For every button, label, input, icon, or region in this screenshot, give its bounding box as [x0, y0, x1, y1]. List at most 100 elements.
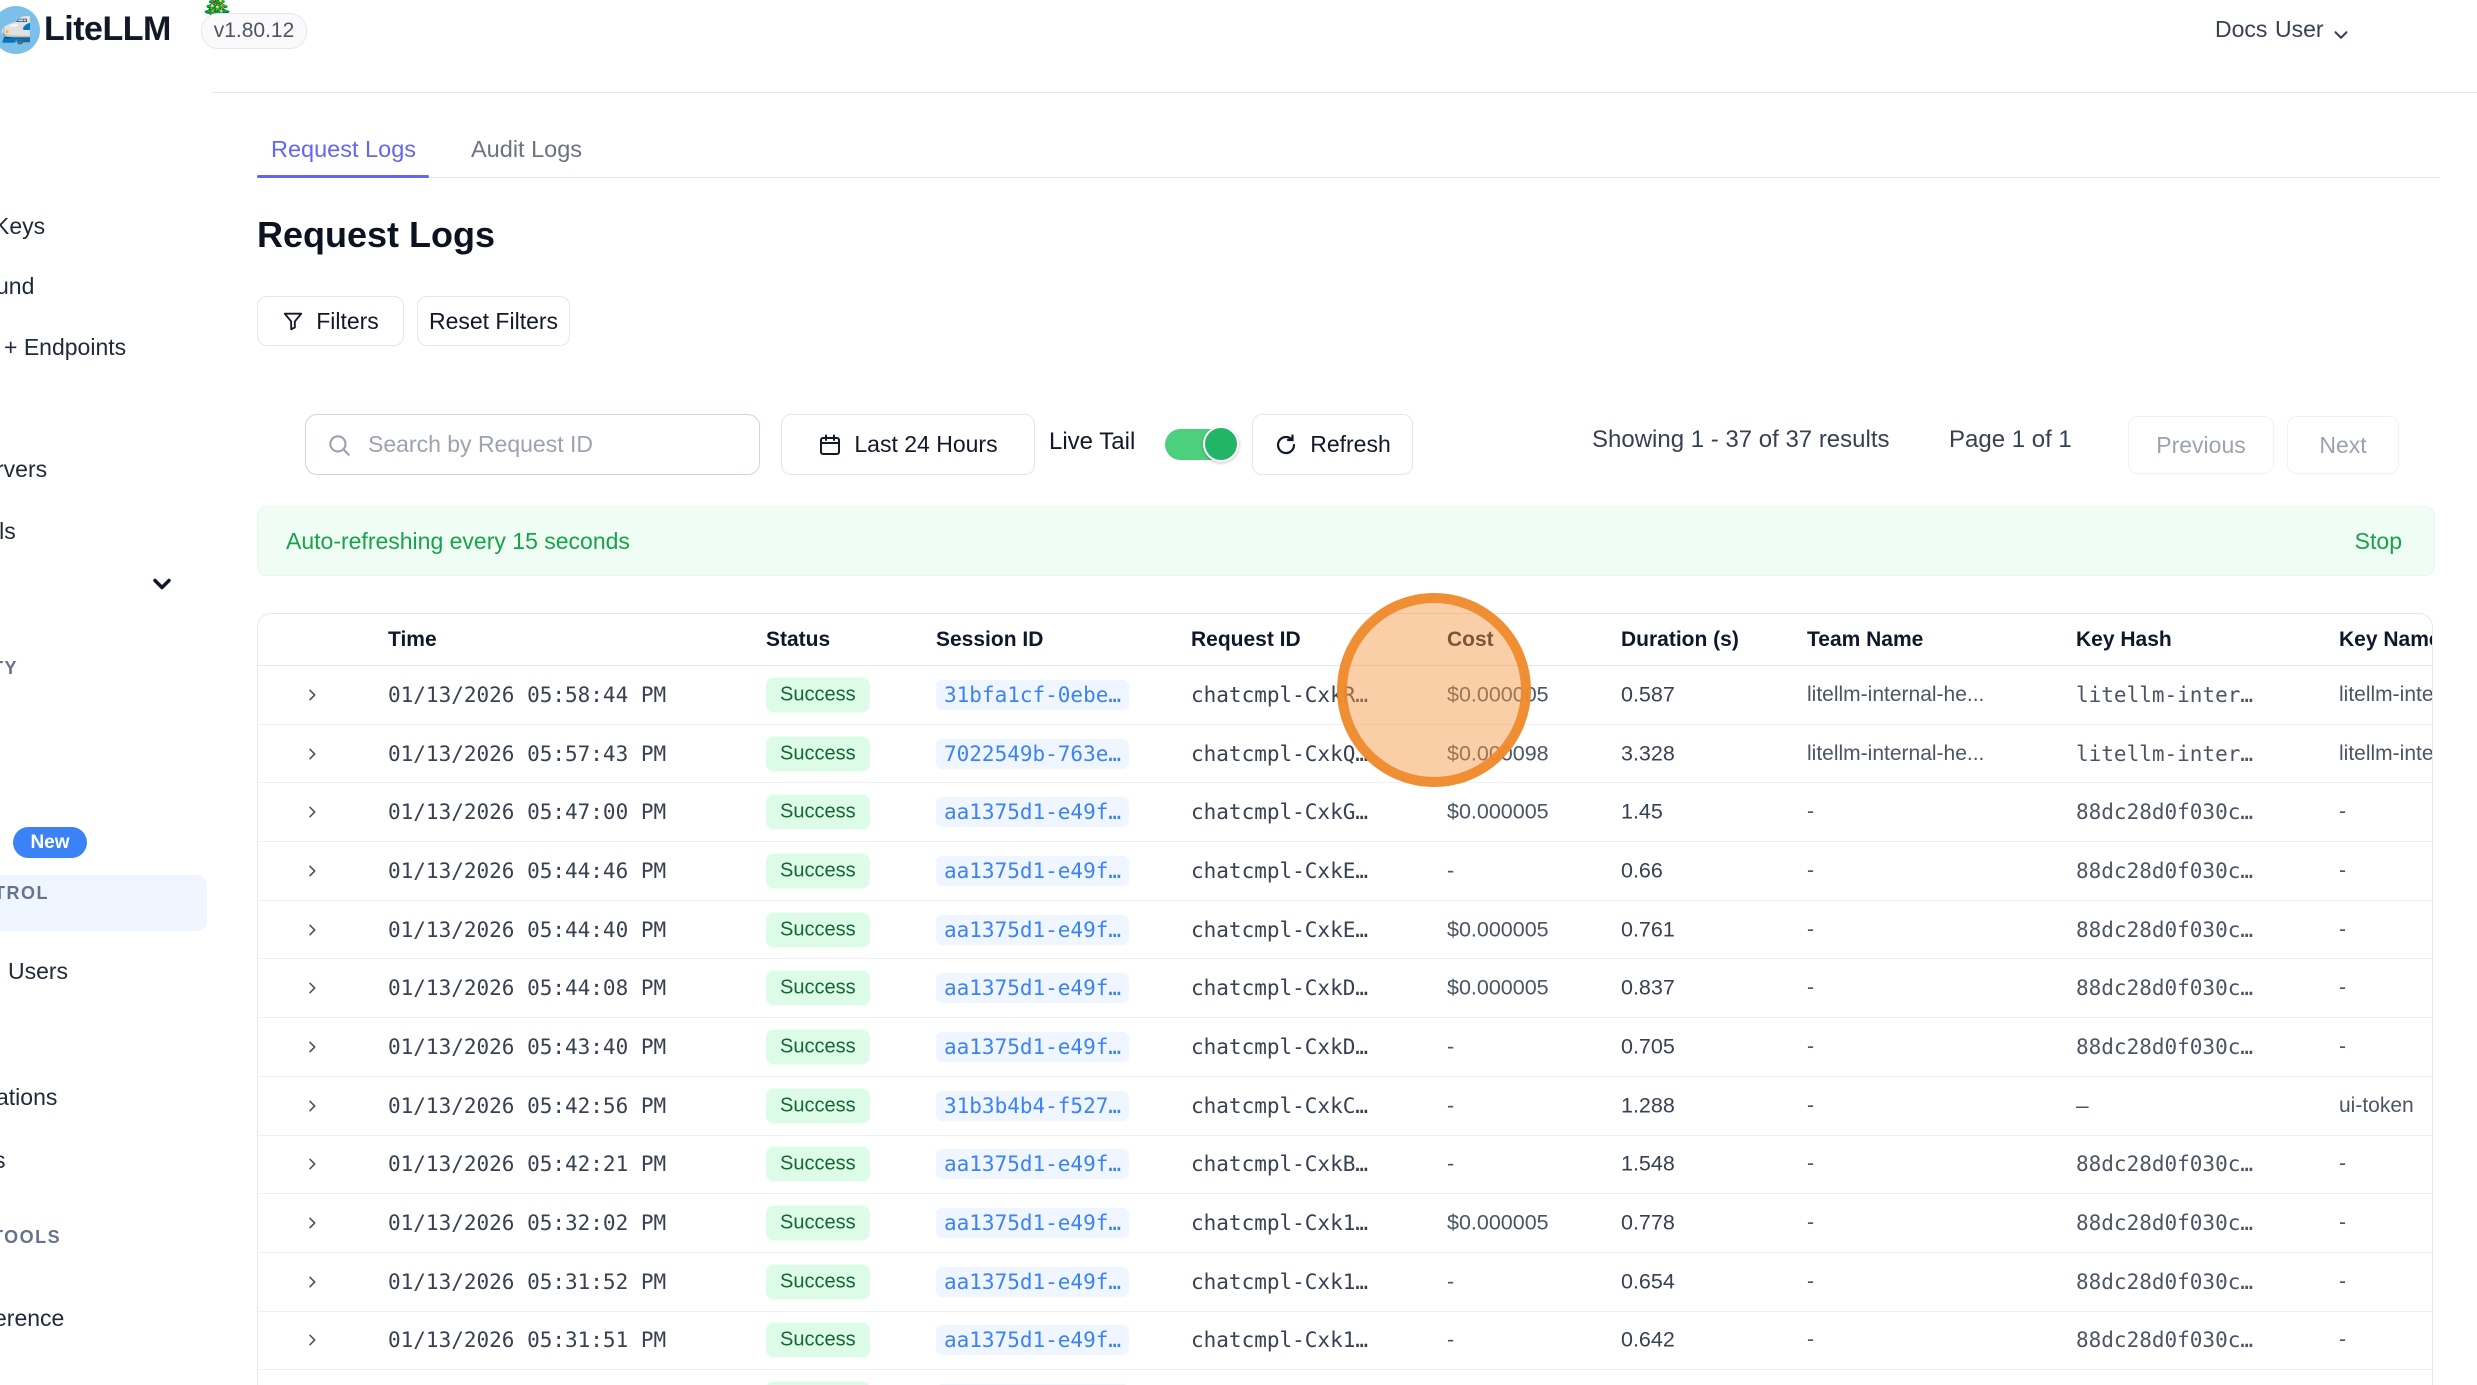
cell-cost: $0.000005 [1447, 682, 1549, 707]
cell-team-name: - [1807, 1270, 1814, 1294]
table-row[interactable]: 01/13/2026 05:32:02 PM Success aa1375d1-… [258, 1194, 2432, 1253]
table-row[interactable]: 01/13/2026 05:58:44 PM Success 31bfa1cf-… [258, 666, 2432, 725]
col-header-cost: Cost [1447, 628, 1494, 652]
cell-time: 01/13/2026 05:31:51 PM [388, 1328, 666, 1352]
filters-button[interactable]: Filters [257, 296, 404, 346]
next-page-button[interactable]: Next [2287, 416, 2399, 474]
sidebar-item-guardrails[interactable]: ils [0, 518, 16, 545]
docs-link[interactable]: Docs [2215, 16, 2267, 43]
toggle-knob [1203, 426, 1239, 462]
cell-team-name: litellm-internal-he... [1807, 683, 1984, 707]
logs-table-card: Time Status Session ID Request ID Cost D… [257, 613, 2433, 1385]
stop-auto-refresh-button[interactable]: Stop [2355, 528, 2402, 555]
row-expand-chevron-icon[interactable] [304, 1156, 320, 1172]
session-id-link[interactable]: aa1375d1-e49f… [936, 1267, 1129, 1297]
sidebar-item-internal-users[interactable]: Users [8, 958, 68, 985]
reset-filters-button-label: Reset Filters [429, 308, 558, 335]
row-expand-chevron-icon[interactable] [304, 1039, 320, 1055]
sidebar-item-models-endpoints[interactable]: + Endpoints [4, 334, 126, 361]
session-id-link[interactable]: aa1375d1-e49f… [936, 1149, 1129, 1179]
table-row[interactable]: 01/13/2026 05:42:56 PM Success 31b3b4b4-… [258, 1077, 2432, 1136]
previous-page-button[interactable]: Previous [2128, 416, 2274, 474]
tab-audit-logs[interactable]: Audit Logs [471, 136, 582, 163]
session-id-link[interactable]: 7022549b-763e… [936, 739, 1129, 769]
cell-key-hash: 88dc28d0f030c… [2076, 800, 2253, 824]
table-row[interactable]: 01/13/2026 05:42:21 PM Success aa1375d1-… [258, 1136, 2432, 1195]
row-expand-chevron-icon[interactable] [304, 687, 320, 703]
cell-key-name: litellm-inter… [2339, 683, 2433, 707]
cell-cost: $0.000005 [1447, 800, 1549, 825]
session-id-link[interactable]: aa1375d1-e49f… [936, 856, 1129, 886]
reset-filters-button[interactable]: Reset Filters [417, 296, 570, 346]
row-expand-chevron-icon[interactable] [304, 1274, 320, 1290]
tab-request-logs[interactable]: Request Logs [271, 136, 416, 163]
row-expand-chevron-icon[interactable] [304, 746, 320, 762]
search-icon [326, 432, 352, 458]
live-tail-toggle[interactable] [1165, 429, 1237, 460]
main-content: Request Logs Audit Logs Request Logs Fil… [255, 92, 2477, 1385]
sidebar-item-virtual-keys[interactable]: Keys [0, 213, 45, 240]
session-id-link[interactable]: aa1375d1-e49f… [936, 797, 1129, 827]
row-expand-chevron-icon[interactable] [304, 1332, 320, 1348]
sidebar-item-mcp-servers[interactable]: rvers [0, 456, 47, 483]
col-header-keyname: Key Name [2339, 628, 2433, 652]
cell-time: 01/13/2026 05:32:02 PM [388, 1211, 666, 1235]
cell-status: Success [766, 1147, 870, 1182]
row-expand-chevron-icon[interactable] [304, 980, 320, 996]
row-expand-chevron-icon[interactable] [304, 1215, 320, 1231]
cell-duration: 3.328 [1621, 741, 1675, 766]
table-row[interactable]: 01/13/2026 05:31:52 PM Success aa1375d1-… [258, 1253, 2432, 1312]
cell-key-name: - [2339, 1152, 2346, 1176]
row-expand-chevron-icon[interactable] [304, 1098, 320, 1114]
row-expand-chevron-icon[interactable] [304, 922, 320, 938]
table-row[interactable]: 01/13/2026 05:31:38 PM Success aa1375d1-… [258, 1370, 2432, 1385]
table-row[interactable]: 01/13/2026 05:44:46 PM Success aa1375d1-… [258, 842, 2432, 901]
col-header-request: Request ID [1191, 628, 1301, 652]
session-id-link[interactable]: 31bfa1cf-0ebe… [936, 680, 1129, 710]
cell-session: aa1375d1-e49f… [936, 1208, 1129, 1238]
session-id-link[interactable]: aa1375d1-e49f… [936, 1208, 1129, 1238]
tabs-divider [257, 177, 2440, 178]
table-row[interactable]: 01/13/2026 05:57:43 PM Success 7022549b-… [258, 725, 2432, 784]
cell-request-id: chatcmpl-CxkQ… [1191, 742, 1368, 766]
session-id-link[interactable]: aa1375d1-e49f… [936, 973, 1129, 1003]
session-id-link[interactable]: aa1375d1-e49f… [936, 1032, 1129, 1062]
session-id-link[interactable]: aa1375d1-e49f… [936, 1325, 1129, 1355]
cell-duration: 1.45 [1621, 800, 1663, 825]
user-menu[interactable]: User [2275, 16, 2324, 43]
search-input[interactable] [366, 430, 710, 459]
cell-key-hash: 88dc28d0f030c… [2076, 1270, 2253, 1294]
row-expand-chevron-icon[interactable] [304, 863, 320, 879]
sidebar-item-teams[interactable]: s [0, 1147, 6, 1174]
cell-cost: $0.000098 [1447, 741, 1549, 766]
cell-session: aa1375d1-e49f… [936, 1267, 1129, 1297]
table-row[interactable]: 01/13/2026 05:31:51 PM Success aa1375d1-… [258, 1312, 2432, 1371]
status-badge: Success [766, 1029, 870, 1064]
session-id-link[interactable]: aa1375d1-e49f… [936, 915, 1129, 945]
cell-key-hash: 88dc28d0f030c… [2076, 1328, 2253, 1352]
status-badge: Success [766, 677, 870, 712]
sidebar-collapse-chevron-icon[interactable] [148, 570, 176, 598]
litellm-logo-icon[interactable]: 🚅 [0, 6, 40, 54]
cell-status: Success [766, 1206, 870, 1241]
status-badge: Success [766, 1382, 870, 1385]
session-id-link[interactable]: 31b3b4b4-f527… [936, 1091, 1129, 1121]
search-request-id-box[interactable] [305, 414, 760, 475]
cell-cost: - [1447, 1328, 1454, 1353]
table-row[interactable]: 01/13/2026 05:44:08 PM Success aa1375d1-… [258, 959, 2432, 1018]
cell-request-id: chatcmpl-CxkC… [1191, 1094, 1368, 1118]
table-row[interactable]: 01/13/2026 05:43:40 PM Success aa1375d1-… [258, 1018, 2432, 1077]
cell-duration: 0.705 [1621, 1034, 1675, 1059]
sidebar: Keys und + Endpoints rvers ils TY New TR… [0, 92, 212, 1385]
chevron-down-icon[interactable] [2330, 24, 2352, 46]
row-expand-chevron-icon[interactable] [304, 804, 320, 820]
cell-key-name: - [2339, 1328, 2346, 1352]
sidebar-item-playground[interactable]: und [0, 273, 34, 300]
table-row[interactable]: 01/13/2026 05:47:00 PM Success aa1375d1-… [258, 783, 2432, 842]
time-range-button[interactable]: Last 24 Hours [781, 414, 1035, 475]
sidebar-item-organizations[interactable]: ations [0, 1084, 57, 1111]
cell-time: 01/13/2026 05:47:00 PM [388, 800, 666, 824]
sidebar-item-api-reference[interactable]: erence [0, 1305, 64, 1332]
table-row[interactable]: 01/13/2026 05:44:40 PM Success aa1375d1-… [258, 901, 2432, 960]
refresh-button[interactable]: Refresh [1252, 414, 1413, 475]
